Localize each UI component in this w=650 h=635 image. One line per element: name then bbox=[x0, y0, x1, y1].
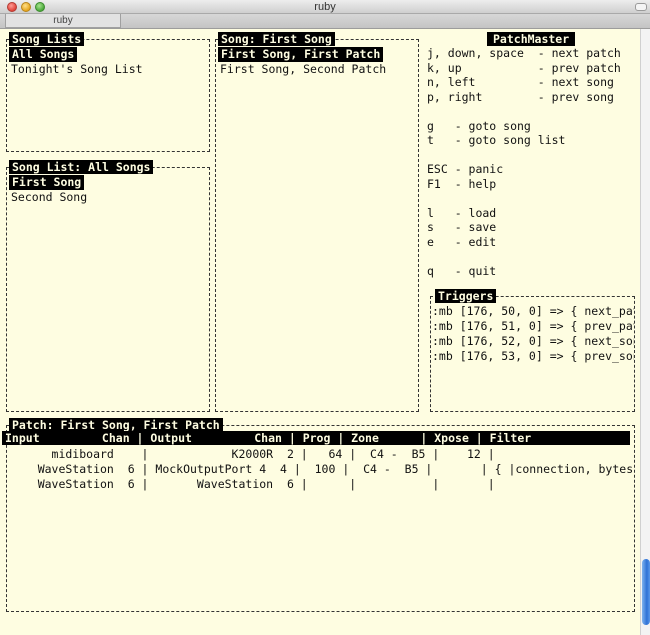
tab-bar: ruby bbox=[0, 14, 650, 29]
song-title: Song: First Song bbox=[218, 32, 335, 46]
song-lists-title: Song Lists bbox=[9, 32, 85, 46]
vertical-scrollbar[interactable] bbox=[640, 29, 650, 635]
song-patch-item-selected[interactable]: First Song, First Patch bbox=[218, 47, 384, 62]
help-title: PatchMaster bbox=[487, 32, 576, 46]
terminal-area[interactable]: Song Lists All Songs Tonight's Song List… bbox=[0, 29, 640, 635]
song-patch-item[interactable]: First Song, Second Patch bbox=[220, 62, 386, 77]
song-list-title: Song List: All Songs bbox=[9, 160, 154, 174]
triggers-title: Triggers bbox=[435, 289, 497, 303]
song-list-item[interactable]: Second Song bbox=[11, 190, 87, 205]
song-lists-item-selected[interactable]: All Songs bbox=[9, 47, 78, 62]
scrollbar-thumb[interactable] bbox=[642, 559, 650, 625]
window-title: ruby bbox=[314, 1, 336, 13]
help-text: j, down, space - next patch k, up - prev… bbox=[427, 46, 621, 278]
patch-title: Patch: First Song, First Patch bbox=[9, 418, 223, 432]
trigger-item: :mb [176, 53, 0] => { prev_son bbox=[432, 349, 634, 363]
patch-table-header: Input Chan | Output Chan | Prog | Zone |… bbox=[2, 431, 630, 445]
trigger-item: :mb [176, 52, 0] => { next_son bbox=[432, 334, 634, 348]
patch-row: WaveStation 6 | MockOutputPort 4 4 | 100… bbox=[10, 462, 635, 476]
song-lists-item[interactable]: Tonight's Song List bbox=[11, 62, 143, 77]
song-list-item-selected[interactable]: First Song bbox=[9, 175, 85, 190]
song-list-window: Song List: All Songs First Song Second S… bbox=[6, 160, 210, 412]
triggers-list: :mb [176, 50, 0] => { next_pat :mb [176,… bbox=[431, 304, 634, 374]
tab-ruby[interactable]: ruby bbox=[5, 14, 121, 28]
patch-table-body: midiboard | K2000R 2 | 64 | C4 - B5 | 12… bbox=[10, 447, 635, 497]
patch-row: midiboard | K2000R 2 | 64 | C4 - B5 | 12… bbox=[10, 447, 495, 461]
triggers-window: Triggers :mb [176, 50, 0] => { next_pat … bbox=[430, 289, 635, 412]
trigger-item: :mb [176, 51, 0] => { prev_pat bbox=[432, 319, 634, 333]
song-lists-window: Song Lists All Songs Tonight's Song List bbox=[6, 32, 210, 152]
title-bar: ruby bbox=[0, 0, 650, 14]
trigger-item: :mb [176, 50, 0] => { next_pat bbox=[432, 304, 634, 318]
patch-row: WaveStation 6 | WaveStation 6 | | | | bbox=[10, 477, 495, 491]
song-window: Song: First Song First Song, First Patch… bbox=[215, 32, 419, 412]
toolbar-toggle-icon[interactable] bbox=[635, 3, 647, 11]
